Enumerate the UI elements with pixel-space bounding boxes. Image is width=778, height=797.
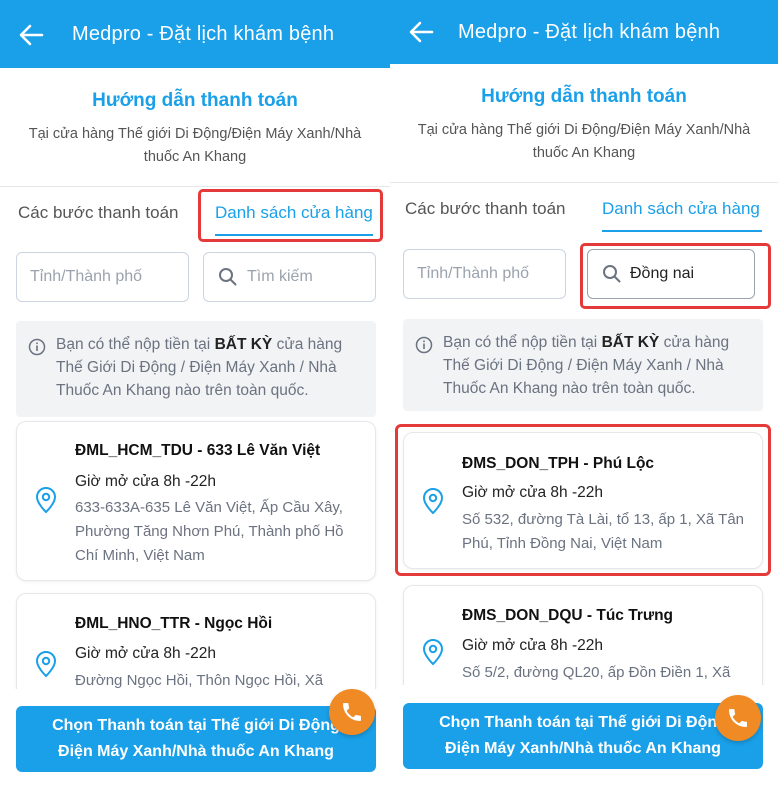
highlight-box	[395, 424, 771, 576]
app-header: Medpro - Đặt lịch khám bệnh	[0, 0, 390, 68]
search-placeholder: Tìm kiếm	[247, 268, 313, 285]
tab-active-indicator	[602, 230, 762, 232]
call-button[interactable]	[715, 695, 761, 741]
location-pin-icon	[35, 486, 57, 514]
notice-text: Bạn có thể nộp tiền tại BẤT KỲ cửa hàng …	[56, 333, 364, 402]
pay-at-store-button[interactable]: Chọn Thanh toán tại Thế giới Di Động Điệ…	[403, 703, 763, 769]
store-name: ĐML_HCM_TDU - 633 Lê Văn Việt	[75, 442, 321, 459]
province-placeholder: Tỉnh/Thành phố	[30, 268, 143, 285]
province-select[interactable]: Tỉnh/Thành phố	[16, 252, 189, 302]
store-hours: Giờ mở cửa 8h -22h	[462, 637, 603, 654]
guide-subtitle-line2: thuốc An Khang	[143, 149, 247, 165]
app-title: Medpro - Đặt lịch khám bệnh	[458, 20, 721, 43]
store-address: Số 5/2, đường QL20, ấp Đồn Điền 1, Xã	[462, 661, 748, 685]
cta-line2: Điện Máy Xanh/Nhà thuốc An Khang	[58, 743, 334, 760]
store-card[interactable]: ĐML_HCM_TDU - 633 Lê Văn Việt Giờ mở cửa…	[16, 421, 376, 581]
info-icon	[415, 336, 433, 354]
pay-at-store-button[interactable]: Chọn Thanh toán tại Thế giới Di Động Điệ…	[16, 706, 376, 772]
phone-icon	[343, 703, 361, 721]
search-icon	[219, 268, 237, 286]
call-button[interactable]	[329, 689, 375, 735]
info-icon	[28, 338, 46, 356]
store-address-line1: 633-633A-635 Lê Văn Việt, Ấp Cầu Xây,	[75, 499, 343, 516]
guide-title: Hướng dẫn thanh toán	[92, 90, 298, 111]
back-arrow-icon[interactable]	[16, 20, 46, 50]
phone-icon	[729, 709, 747, 727]
bottom-bar: Chọn Thanh toán tại Thế giới Di Động Điệ…	[0, 689, 390, 797]
notice-bold: BẤT KỲ	[214, 336, 273, 353]
app-title: Medpro - Đặt lịch khám bệnh	[72, 22, 335, 45]
guide-title: Hướng dẫn thanh toán	[481, 86, 687, 107]
left-screen: Medpro - Đặt lịch khám bệnh Hướng dẫn th…	[0, 0, 390, 797]
guide-subtitle-line1: Tại cửa hàng Thế giới Di Động/Điện Máy X…	[28, 126, 362, 142]
notice-bold: BẤT KỲ	[601, 334, 660, 351]
store-address-line2: Phường Tăng Nhơn Phú, Thành phố Hồ	[75, 523, 344, 540]
store-address-line1: Số 5/2, đường QL20, ấp Đồn Điền 1, Xã	[462, 664, 731, 681]
notice-pre: Bạn có thể nộp tiền tại	[443, 334, 602, 351]
guide-subtitle: Tại cửa hàng Thế giới Di Động/Điện Máy X…	[406, 119, 762, 165]
store-address: 633-633A-635 Lê Văn Việt, Ấp Cầu Xây, Ph…	[75, 496, 361, 568]
guide-subtitle-line1: Tại cửa hàng Thế giới Di Động/Điện Máy X…	[417, 122, 751, 138]
location-pin-icon	[35, 650, 57, 678]
store-name: ĐMS_DON_DQU - Túc Trưng	[462, 607, 674, 624]
notice-box: Bạn có thể nộp tiền tại BẤT KỲ cửa hàng …	[403, 319, 763, 411]
store-address-line3: Chí Minh, Việt Nam	[75, 547, 205, 564]
cta-line1: Chọn Thanh toán tại Thế giới Di Động	[439, 714, 727, 731]
guide-subtitle: Tại cửa hàng Thế giới Di Động/Điện Máy X…	[16, 123, 374, 169]
notice-pre: Bạn có thể nộp tiền tại	[56, 336, 215, 353]
notice-line2: Thế Giới Di Động / Điện Máy Xanh / Nhà	[56, 359, 337, 376]
divider	[0, 186, 390, 187]
right-screen: Medpro - Đặt lịch khám bệnh Hướng dẫn th…	[390, 0, 778, 797]
store-name: ĐML_HNO_TTR - Ngọc Hồi	[75, 615, 273, 632]
store-hours: Giờ mở cửa 8h -22h	[75, 473, 216, 490]
notice-text: Bạn có thể nộp tiền tại BẤT KỲ cửa hàng …	[443, 331, 751, 400]
notice-line3: Thuốc An Khang nào trên toàn quốc.	[56, 382, 309, 399]
cta-line2: Điện Máy Xanh/Nhà thuốc An Khang	[445, 740, 721, 757]
province-select[interactable]: Tỉnh/Thành phố	[403, 249, 566, 299]
tab-payment-steps[interactable]: Các bước thanh toán	[18, 203, 179, 223]
location-pin-icon	[422, 638, 444, 666]
notice-line2: Thế Giới Di Động / Điện Máy Xanh / Nhà	[443, 357, 724, 374]
search-input[interactable]: Tìm kiếm	[203, 252, 376, 302]
highlight-box	[198, 189, 383, 242]
notice-post: cửa hàng	[272, 336, 343, 353]
notice-line3: Thuốc An Khang nào trên toàn quốc.	[443, 380, 696, 397]
notice-post: cửa hàng	[659, 334, 730, 351]
guide-subtitle-line2: thuốc An Khang	[532, 145, 636, 161]
app-header: Medpro - Đặt lịch khám bệnh	[390, 0, 778, 64]
divider	[390, 182, 778, 183]
province-placeholder: Tỉnh/Thành phố	[417, 265, 530, 282]
highlight-box	[580, 243, 771, 309]
bottom-bar: Chọn Thanh toán tại Thế giới Di Động Điệ…	[390, 685, 778, 797]
notice-box: Bạn có thể nộp tiền tại BẤT KỲ cửa hàng …	[16, 321, 376, 417]
tab-payment-steps[interactable]: Các bước thanh toán	[405, 199, 566, 219]
back-arrow-icon[interactable]	[406, 17, 436, 47]
cta-line1: Chọn Thanh toán tại Thế giới Di Động	[52, 717, 340, 734]
tab-store-list[interactable]: Danh sách cửa hàng	[602, 199, 760, 219]
store-hours: Giờ mở cửa 8h -22h	[75, 645, 216, 662]
